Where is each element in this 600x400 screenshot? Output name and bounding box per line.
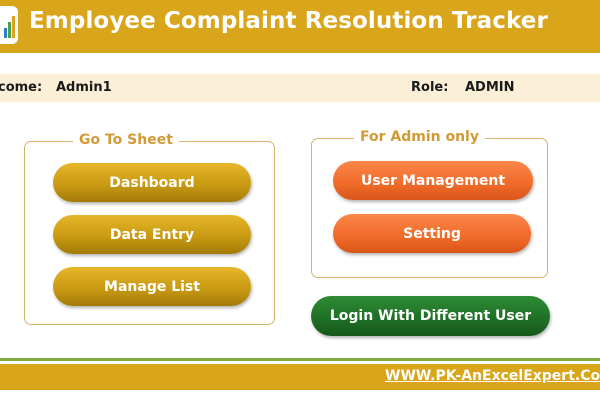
dashboard-button[interactable]: Dashboard	[53, 163, 251, 202]
go-to-sheet-title: Go To Sheet	[73, 132, 179, 148]
data-entry-button[interactable]: Data Entry	[53, 215, 251, 254]
welcome-bar: come: Admin1 Role: ADMIN	[0, 74, 600, 102]
role-label: Role:	[411, 80, 449, 95]
page-title: Employee Complaint Resolution Tracker	[29, 8, 548, 34]
header-bar: Employee Complaint Resolution Tracker	[0, 0, 600, 53]
welcome-label: come:	[0, 80, 43, 95]
admin-only-group: For Admin only	[311, 129, 548, 278]
admin-only-title: For Admin only	[354, 129, 485, 145]
welcome-user: Admin1	[56, 80, 112, 95]
footer-bar: WWW.PK-AnExcelExpert.Com	[0, 364, 600, 390]
setting-button[interactable]: Setting	[333, 214, 531, 253]
app-window: Employee Complaint Resolution Tracker co…	[0, 0, 600, 400]
footer-divider	[0, 358, 600, 361]
manage-list-button[interactable]: Manage List	[53, 267, 251, 306]
user-management-button[interactable]: User Management	[333, 161, 533, 200]
website-link[interactable]: WWW.PK-AnExcelExpert.Com	[385, 368, 600, 384]
login-different-user-button[interactable]: Login With Different User	[311, 296, 550, 336]
bar-chart-logo-icon	[0, 6, 18, 44]
role-value: ADMIN	[465, 80, 515, 95]
